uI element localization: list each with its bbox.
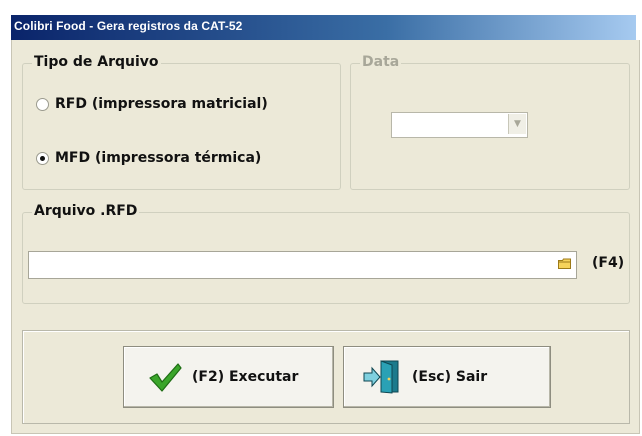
tipo-arquivo-legend: Tipo de Arquivo: [32, 54, 161, 70]
data-legend: Data: [360, 54, 402, 70]
radio-rfd[interactable]: [36, 97, 49, 111]
sair-label: (Esc) Sair: [412, 369, 488, 385]
window-client-area: Tipo de Arquivo RFD (impressora matricia…: [11, 40, 640, 434]
app-window: Colibri Food - Gera registros da CAT-52 …: [0, 0, 642, 436]
chevron-down-icon[interactable]: ▼: [508, 114, 526, 134]
browse-shortcut-label: (F4): [592, 255, 625, 271]
arquivo-group: Arquivo .RFD (F4): [22, 203, 630, 304]
exit-door-icon: [363, 360, 399, 394]
radio-mfd[interactable]: [36, 151, 49, 165]
arquivo-path-input[interactable]: [28, 251, 577, 279]
folder-icon[interactable]: [558, 258, 571, 269]
tipo-arquivo-group: Tipo de Arquivo RFD (impressora matricia…: [22, 54, 341, 190]
executar-label: (F2) Executar: [192, 369, 299, 385]
radio-rfd-option[interactable]: RFD (impressora matricial): [36, 96, 268, 112]
window-title: Colibri Food - Gera registros da CAT-52: [14, 19, 243, 33]
radio-rfd-label: RFD (impressora matricial): [55, 96, 268, 112]
checkmark-icon: [149, 363, 182, 392]
arquivo-legend: Arquivo .RFD: [32, 203, 140, 219]
data-group: Data ▼: [350, 54, 630, 190]
radio-mfd-label: MFD (impressora térmica): [55, 150, 262, 166]
title-bar[interactable]: Colibri Food - Gera registros da CAT-52: [11, 15, 636, 40]
data-select[interactable]: ▼: [391, 112, 528, 138]
executar-button[interactable]: (F2) Executar: [123, 346, 334, 408]
button-panel: (F2) Executar (Esc) Sair: [22, 330, 630, 424]
radio-mfd-option[interactable]: MFD (impressora térmica): [36, 150, 261, 166]
sair-button[interactable]: (Esc) Sair: [343, 346, 551, 408]
